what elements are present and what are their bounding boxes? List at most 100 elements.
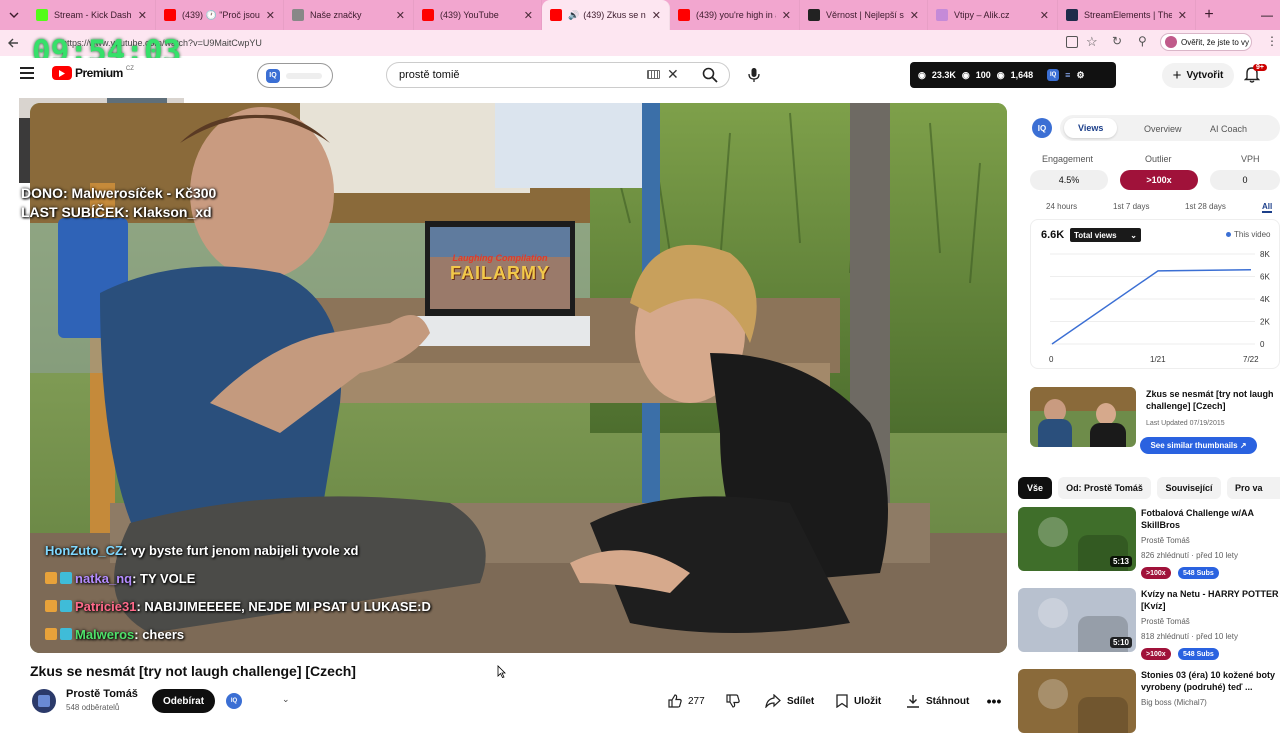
channel-stats-bar: ◉ 23.3K ◉ 100 ◉ 1,648 IQ ≡ ⚙ [910, 62, 1116, 88]
search-button[interactable] [690, 62, 730, 88]
minimize-icon[interactable]: — [1254, 8, 1280, 22]
chat-message: Malweros: cheers [45, 627, 184, 642]
tab-title: StreamElements | The U [1084, 10, 1172, 20]
range-all[interactable]: All [1262, 202, 1273, 213]
chat-badge-icon [45, 572, 57, 584]
channel-name[interactable]: Prostě Tomáš [66, 688, 138, 700]
filter-chip-for-you[interactable]: Pro va [1227, 477, 1280, 499]
extension-search-pill[interactable]: IQ [257, 63, 333, 88]
bookmark-icon [836, 694, 848, 708]
voice-search-button[interactable] [740, 62, 768, 88]
likes-icon: ◉ [961, 69, 970, 80]
tab-favicon-icon [808, 9, 820, 21]
metric-select[interactable]: Total views ⌄ [1070, 228, 1141, 242]
video-meta: 826 zhlédnutí · před 10 lety [1141, 551, 1238, 560]
dislike-button[interactable] [726, 690, 740, 712]
tab-2[interactable]: (439) 🕐 "Proč jsou lidi ✕ [156, 0, 284, 30]
clear-search-icon[interactable]: ✕ [667, 66, 679, 83]
chat-text: : NABIJIMEEEEE, NEJDE MI PSAT U LUKASE:D [136, 599, 431, 614]
similar-thumbnail[interactable] [1030, 387, 1136, 447]
hamburger-menu-icon[interactable] [20, 67, 34, 79]
filter-chip-channel[interactable]: Od: Prostě Tomáš [1058, 477, 1151, 499]
back-icon[interactable] [0, 30, 26, 56]
video-title: Kvízy na Netu - HARRY POTTER [Kvíz] [1141, 589, 1279, 611]
tab-favicon-icon [936, 9, 948, 21]
url-field[interactable]: https://www.youtube.com/watch?v=U9MaitCw… [62, 33, 1052, 53]
video-thumbnail[interactable]: 5:10 [1018, 588, 1136, 652]
tab-views[interactable]: Views [1064, 118, 1118, 138]
close-tab-icon[interactable]: ✕ [1178, 9, 1187, 22]
download-button[interactable]: Stáhnout [906, 690, 969, 712]
recommended-video[interactable]: 5:10 Kvízy na Netu - HARRY POTTER [Kvíz] P… [1018, 588, 1280, 660]
donation-text: DONO: Malwerosíček - Kč300 [21, 185, 217, 201]
y-tick-label: 8K [1260, 250, 1270, 259]
close-tab-icon[interactable]: ✕ [524, 9, 533, 22]
close-tab-icon[interactable]: ✕ [652, 9, 661, 22]
filter-chip-related[interactable]: Související [1157, 477, 1221, 499]
tab-title: (439) you're high in a ga [696, 10, 776, 20]
iq-icon[interactable]: IQ [1047, 69, 1060, 81]
close-tab-icon[interactable]: ✕ [396, 9, 405, 22]
chat-badge-icon [60, 628, 72, 640]
iq-channel-icon[interactable]: IQ [226, 693, 242, 709]
iq-icon: IQ [266, 68, 280, 83]
tab-6[interactable]: (439) you're high in a ga ✕ [670, 0, 800, 30]
tab-4[interactable]: (439) YouTube ✕ [414, 0, 542, 30]
tab-1[interactable]: Stream - Kick Dashboard ✕ [28, 0, 156, 30]
close-tab-icon[interactable]: ✕ [1040, 9, 1049, 22]
settings-icon[interactable]: ⚙ [1076, 70, 1084, 81]
y-tick-label: 4K [1260, 295, 1270, 304]
close-tab-icon[interactable]: ✕ [910, 9, 919, 22]
new-tab-button[interactable]: + [1196, 0, 1222, 30]
share-button[interactable]: Sdílet [765, 690, 814, 712]
tab-3[interactable]: Naše značky ✕ [284, 0, 414, 30]
microphone-icon [748, 68, 760, 82]
close-tab-icon[interactable]: ✕ [138, 9, 147, 22]
youtube-logo[interactable]: Premium CZ [52, 66, 134, 80]
recommended-video[interactable]: Stonies 03 (éra) 10 kožené boty vyrobeny… [1018, 669, 1280, 741]
video-thumbnail[interactable] [1018, 669, 1136, 733]
notifications-button[interactable]: 9+ [1243, 64, 1267, 86]
list-icon[interactable]: ≡ [1065, 70, 1070, 80]
close-tab-icon[interactable]: ✕ [782, 9, 791, 22]
refresh-extension-icon[interactable]: ↻ [1112, 34, 1122, 48]
tab-5[interactable]: 🔊(439) Zkus se nesm ✕ [542, 0, 670, 30]
verify-identity-chip[interactable]: Ověřit, že jste to vy [1160, 33, 1252, 51]
save-button[interactable]: Uložit [836, 690, 881, 712]
chevron-down-icon[interactable]: ⌄ [282, 694, 290, 705]
keyboard-icon[interactable] [647, 70, 660, 79]
tab-overview[interactable]: Overview [1144, 124, 1182, 134]
series-line [1051, 269, 1252, 345]
translate-icon[interactable] [1066, 36, 1078, 48]
tab-ai-coach[interactable]: AI Coach [1210, 124, 1247, 134]
share-icon [765, 694, 781, 708]
more-actions-button[interactable]: ••• [982, 690, 1006, 712]
subscribe-button[interactable]: Odebírat [152, 689, 215, 713]
avatar [1165, 36, 1177, 48]
tab-7[interactable]: Věrnost | Nejlepší softw ✕ [800, 0, 928, 30]
range-24h[interactable]: 24 hours [1046, 202, 1077, 211]
create-button[interactable]: + Vytvořit [1162, 63, 1234, 88]
channel-avatar[interactable] [32, 689, 56, 713]
like-button[interactable]: 277 [668, 690, 705, 712]
metric-vph-label: VPH [1241, 154, 1260, 164]
tab-favicon-icon [422, 9, 434, 21]
chat-username: HonZuto_CZ [45, 543, 123, 558]
bookmark-star-icon[interactable]: ☆ [1086, 34, 1098, 50]
close-tab-icon[interactable]: ✕ [266, 9, 275, 22]
mouse-cursor-icon [497, 665, 506, 683]
video-thumbnail[interactable]: 5:13 [1018, 507, 1136, 571]
tab-9[interactable]: StreamElements | The U ✕ [1058, 0, 1196, 30]
filter-chip-all[interactable]: Vše [1018, 477, 1052, 499]
tab-title: (439) 🕐 "Proč jsou lidi [182, 9, 260, 20]
tab-favicon-icon [292, 9, 304, 21]
browser-menu-icon[interactable]: ⋮ [1266, 34, 1278, 48]
recommended-video[interactable]: 5:13 Fotbalová Challenge w/AA SkillBros Pr… [1018, 507, 1280, 579]
tab-list-button[interactable] [0, 0, 28, 30]
tab-8[interactable]: Vtipy – Alik.cz ✕ [928, 0, 1058, 30]
profile-extension-icon[interactable]: ⚲ [1138, 34, 1147, 48]
range-28d[interactable]: 1st 28 days [1185, 202, 1226, 211]
see-similar-button[interactable]: See similar thumbnails ↗ [1140, 437, 1257, 454]
tab-title: Věrnost | Nejlepší softw [826, 10, 904, 20]
range-7d[interactable]: 1st 7 days [1113, 202, 1149, 211]
